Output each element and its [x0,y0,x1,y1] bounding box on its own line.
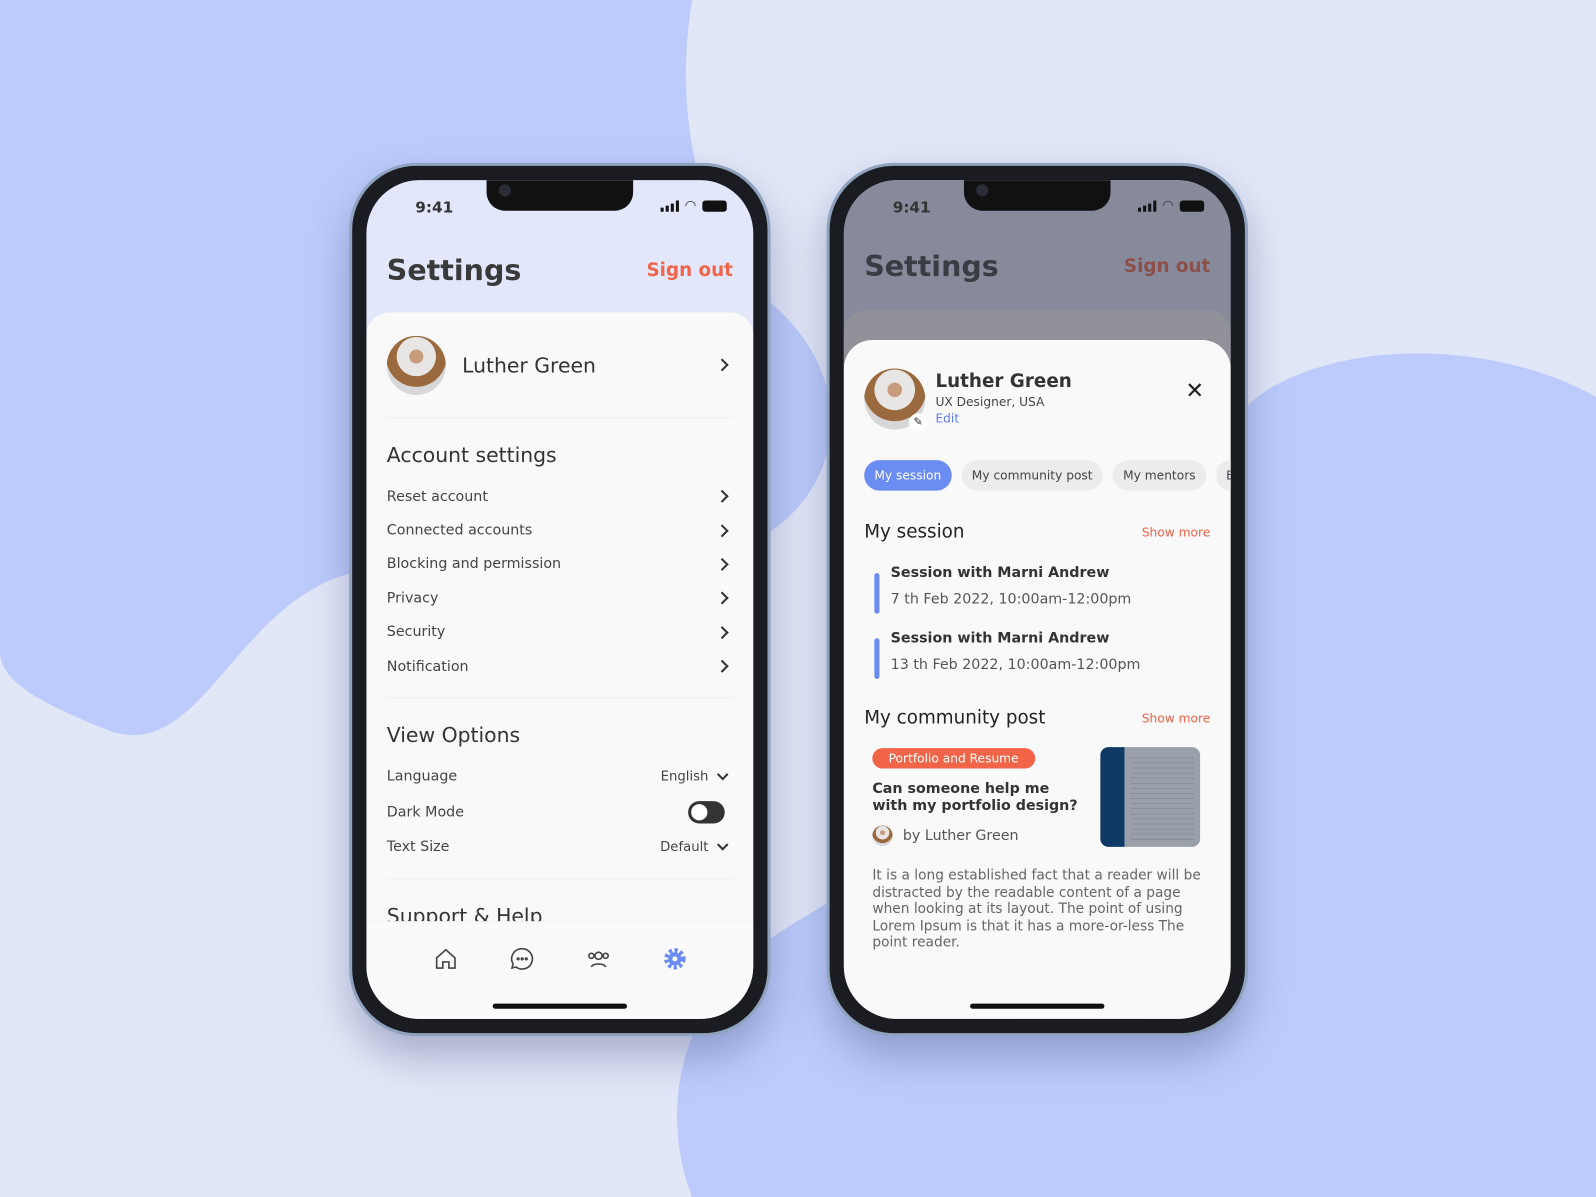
post-thumbnail [1100,747,1201,847]
tab-home[interactable] [433,947,457,971]
status-time: 9:41 [892,198,931,217]
post-author: by Luther Green [902,827,1019,844]
background-blobs [0,0,1596,1197]
author-avatar [872,825,893,846]
tab-chip[interactable]: B [1215,460,1231,491]
session-item[interactable]: Session with Marni Andrew 7 th Feb 2022, … [864,564,1210,614]
profile-row[interactable]: Luther Green [386,312,733,419]
session-date: 13 th Feb 2022, 10:00am-12:00pm [890,656,1141,673]
session-show-more[interactable]: Show more [1142,525,1210,539]
account-item-label: Security [386,624,446,641]
status-time: 9:41 [415,198,454,217]
sign-out-button[interactable]: Sign out [646,260,732,281]
session-heading: My session [864,521,965,543]
tab-chip[interactable]: My mentors [1112,460,1206,491]
notch [963,180,1111,211]
wifi-icon: ◠ [684,198,697,214]
battery-icon [702,200,727,212]
session-title: Session with Marni Andrew [890,564,1110,582]
chevron-right-icon [715,625,729,639]
home-indicator [970,1003,1105,1009]
home-indicator [492,1003,628,1009]
account-item[interactable]: Connected accounts [387,513,733,547]
phone-profile: 9:41 ◠ Settings Sign out ✎ Luther Green … [826,162,1248,1037]
chevron-down-icon [716,839,729,852]
account-settings-heading: Account settings [386,442,557,468]
tab-chip[interactable]: My community post [961,460,1103,491]
post-tag: Portfolio and Resume [872,748,1035,769]
chevron-right-icon [715,557,729,571]
page-title: Settings [386,253,522,288]
user-name: Luther Green [462,352,596,378]
tab-chip[interactable]: My session [864,460,952,491]
text-size-label: Text Size [386,839,450,856]
account-item[interactable]: Privacy [387,581,733,615]
account-item[interactable]: Notification [387,649,733,683]
notch [486,180,634,211]
tab-chat[interactable] [509,947,533,971]
account-item[interactable]: Reset account [387,479,733,513]
chevron-right-icon [715,591,729,605]
close-icon[interactable]: ✕ [1185,379,1204,404]
account-item-label: Privacy [386,590,439,607]
session-date: 7 th Feb 2022, 10:00am-12:00pm [890,591,1132,608]
profile-sheet: ✎ Luther Green UX Designer, USA Edit ✕ M… [843,339,1231,1019]
chevron-right-icon [715,358,729,372]
language-value: English [660,769,709,785]
community-show-more[interactable]: Show more [1142,711,1210,725]
text-size-value: Default [660,839,709,855]
dark-mode-row: Dark Mode [387,794,733,831]
profile-name: Luther Green [935,370,1072,392]
account-item-label: Blocking and permission [386,556,562,573]
signal-icon [1137,200,1156,212]
avatar: ✎ [864,368,928,432]
profile-subtitle: UX Designer, USA [935,394,1045,410]
account-item-label: Connected accounts [386,522,533,539]
edit-link[interactable]: Edit [935,411,1071,425]
signal-icon [660,200,679,212]
text-size-select[interactable]: Text Size Default [387,830,733,864]
session-item[interactable]: Session with Marni Andrew 13 th Feb 2022,… [864,630,1210,679]
chevron-right-icon [715,489,729,503]
post-body: It is a long established fact that a rea… [872,867,1201,951]
post-question: Can someone help me with my portfolio de… [872,780,1078,815]
session-title: Session with Marni Andrew [890,630,1110,647]
tab-community[interactable] [586,947,610,971]
language-label: Language [386,768,458,785]
edit-pen-icon[interactable]: ✎ [908,413,928,432]
view-options-heading: View Options [386,723,521,748]
account-item-label: Notification [386,658,469,675]
community-heading: My community post [864,707,1046,729]
dark-mode-toggle[interactable] [688,800,725,824]
chevron-down-icon [716,768,729,781]
account-item[interactable]: Blocking and permission [387,547,733,581]
avatar [386,335,446,395]
phone-settings: 9:41 ◠ Settings Sign out Luther Green Ac… [349,162,771,1037]
battery-icon [1179,200,1205,212]
dark-mode-label: Dark Mode [386,803,464,821]
language-select[interactable]: Language English [387,760,733,794]
tab-settings[interactable] [662,947,686,971]
chevron-right-icon [715,523,729,537]
chevron-right-icon [715,659,729,673]
wifi-icon: ◠ [1162,198,1174,214]
community-post[interactable]: Portfolio and Resume Can someone help me… [864,747,1210,847]
account-item[interactable]: Security [387,615,733,649]
account-item-label: Reset account [386,488,488,505]
